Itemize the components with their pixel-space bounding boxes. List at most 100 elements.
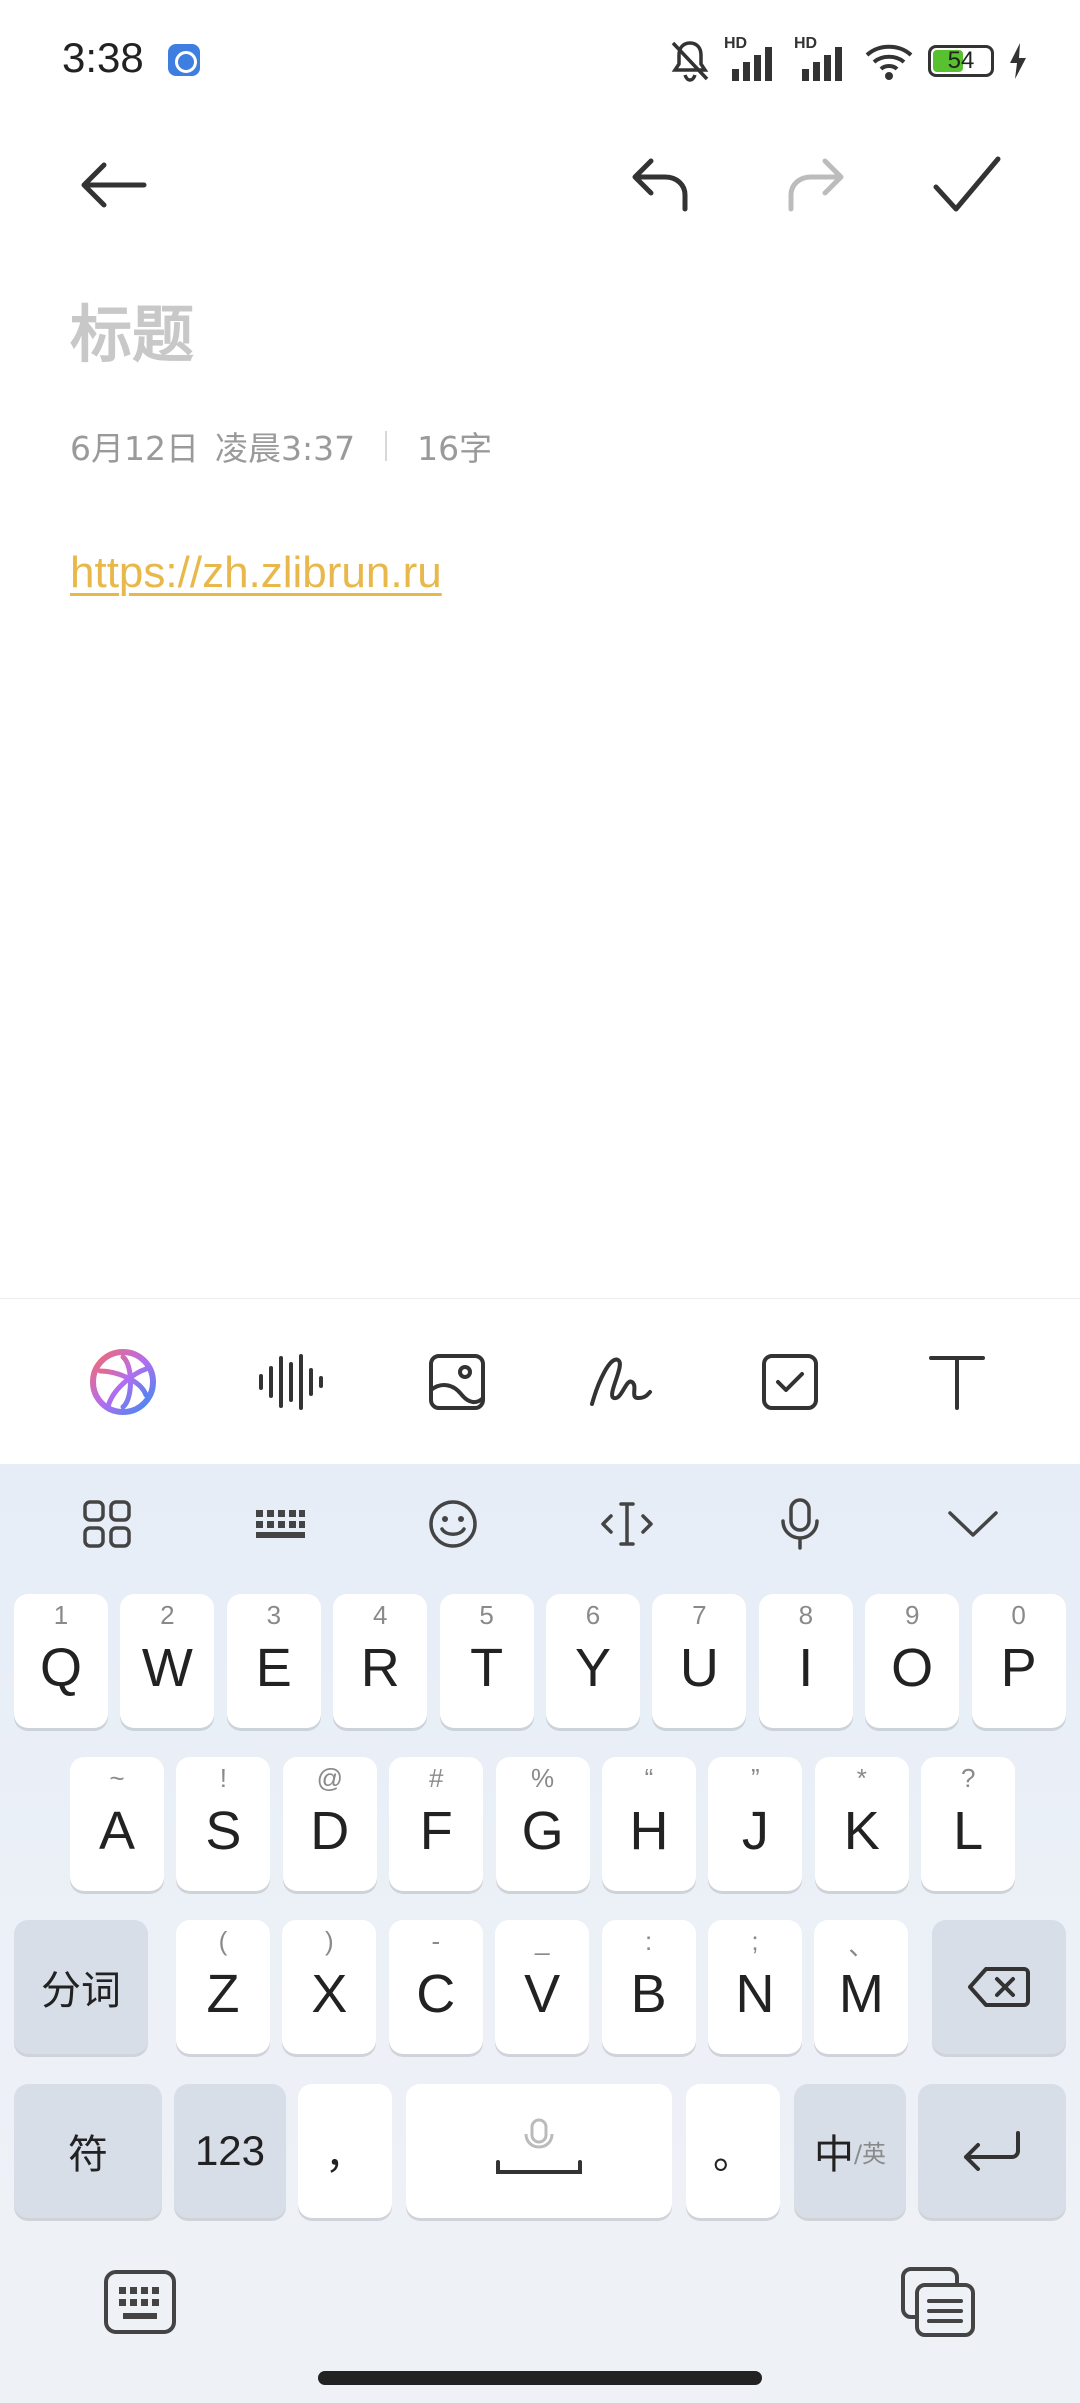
space-key[interactable] — [406, 2084, 672, 2218]
insert-image-button[interactable] — [412, 1337, 502, 1427]
key-f[interactable]: # F — [389, 1757, 484, 1891]
checklist-button[interactable] — [745, 1337, 835, 1427]
cursor-move-button[interactable] — [587, 1484, 667, 1564]
key-label: O — [891, 1638, 934, 1698]
key-w[interactable]: 2W — [120, 1594, 215, 1728]
hide-keyboard-button[interactable] — [933, 1484, 1013, 1564]
key-label: D — [310, 1801, 350, 1861]
key-label: S — [205, 1801, 242, 1861]
key-z[interactable]: (Z — [176, 1920, 270, 2054]
status-bar: 3:38 HD HD 54 — [0, 0, 1080, 120]
keyboard-layout-button[interactable] — [240, 1484, 320, 1564]
save-check-button[interactable] — [922, 140, 1012, 230]
period-key[interactable]: 。 — [686, 2084, 780, 2218]
key-label: G — [521, 1801, 564, 1861]
comma-key[interactable]: ， — [298, 2084, 392, 2218]
check-icon — [933, 156, 1001, 212]
key-o[interactable]: 9O — [865, 1594, 960, 1728]
key-secondary-label: 9 — [904, 1600, 920, 1630]
emoji-button[interactable] — [413, 1484, 493, 1564]
bell-off-icon — [671, 41, 709, 82]
key-s[interactable]: ! S — [176, 1757, 271, 1891]
key-q[interactable]: 1Q — [14, 1594, 108, 1728]
key-secondary-label: ; — [751, 1926, 759, 1956]
key-secondary-label: * — [856, 1763, 867, 1793]
key-h[interactable]: “H — [602, 1757, 696, 1891]
key-label: P — [1000, 1638, 1037, 1698]
collapse-icon — [948, 1511, 999, 1537]
key-secondary-label: 7 — [692, 1600, 707, 1630]
key-p[interactable]: 0P — [971, 1594, 1066, 1728]
voice-input-button[interactable] — [760, 1484, 840, 1564]
undo-icon — [632, 158, 688, 212]
key-g[interactable]: % G — [495, 1757, 590, 1891]
key-m[interactable]: 、 M — [814, 1920, 909, 2054]
key-label: C — [416, 1964, 456, 2024]
key-secondary-label: 1 — [53, 1600, 69, 1630]
key-label: K — [843, 1801, 880, 1861]
clipboard-button[interactable] — [898, 2262, 978, 2342]
note-title-input[interactable]: 标题 — [70, 284, 194, 374]
key-n[interactable]: ; N — [708, 1920, 802, 2054]
key-v[interactable]: _ V — [495, 1920, 590, 2054]
meta-divider — [385, 431, 388, 461]
key-u[interactable]: 7U — [652, 1594, 747, 1728]
undo-button[interactable] — [616, 140, 706, 230]
key-label: V — [524, 1964, 561, 2024]
segment-key[interactable]: 分词 — [14, 1920, 148, 2054]
key-label: W — [141, 1638, 193, 1698]
enter-key[interactable] — [918, 2084, 1066, 2218]
voice-note-button[interactable] — [245, 1337, 335, 1427]
key-secondary-label: ? — [960, 1763, 976, 1793]
symbols-key[interactable]: 符 — [14, 2084, 162, 2218]
key-i[interactable]: 8I — [758, 1594, 853, 1728]
switch-keyboard-button[interactable] — [100, 2262, 180, 2342]
ai-assistant-button[interactable] — [78, 1337, 168, 1427]
key-label: Y — [574, 1638, 612, 1698]
home-indicator[interactable] — [318, 2371, 762, 2385]
key-secondary-label: 8 — [798, 1600, 814, 1630]
key-secondary-label: ! — [219, 1763, 227, 1793]
key-label: R — [360, 1638, 400, 1698]
key-e[interactable]: 3E — [226, 1594, 321, 1728]
checklist-icon — [761, 1353, 818, 1410]
note-time: 凌晨3:37 — [215, 429, 356, 468]
key-r[interactable]: 4R — [333, 1594, 428, 1728]
key-secondary-label: “ — [644, 1763, 654, 1793]
redo-button[interactable] — [770, 140, 860, 230]
backspace-icon — [968, 1967, 1030, 2007]
app-icon — [168, 44, 200, 76]
key-secondary-label: 4 — [372, 1600, 388, 1630]
key-c[interactable]: -C — [388, 1920, 483, 2054]
key-label: F — [419, 1801, 453, 1861]
key-t[interactable]: 5T — [439, 1594, 534, 1728]
key-d[interactable]: @ D — [282, 1757, 377, 1891]
voice-wave-icon — [258, 1353, 323, 1410]
key-label: H — [629, 1801, 669, 1861]
key-a[interactable]: ~ A — [70, 1757, 164, 1891]
key-b[interactable]: :B — [601, 1920, 696, 2054]
keyboard-menu-button[interactable] — [67, 1484, 147, 1564]
key-y[interactable]: 6Y — [546, 1594, 640, 1728]
handwriting-button[interactable] — [578, 1337, 668, 1427]
numbers-key[interactable]: 123 — [174, 2084, 286, 2218]
signal-icon: HD — [794, 35, 850, 83]
language-switch-key[interactable]: 中/英 — [794, 2084, 906, 2218]
ai-assistant-icon — [90, 1348, 157, 1415]
note-body-link[interactable]: https://zh.zlibrun.ru — [70, 548, 442, 598]
battery-icon: 54 — [928, 45, 994, 77]
key-x[interactable]: ) X — [282, 1920, 377, 2054]
key-secondary-label: ) — [325, 1926, 334, 1956]
back-button[interactable] — [68, 140, 158, 230]
key-secondary-label: _ — [534, 1926, 550, 1956]
key-j[interactable]: ” J — [708, 1757, 803, 1891]
backspace-key[interactable] — [932, 1920, 1066, 2054]
space-mic-icon — [496, 2118, 582, 2174]
text-format-button[interactable] — [912, 1337, 1002, 1427]
key-k[interactable]: * K — [814, 1757, 909, 1891]
keyboard-layout-icon — [255, 1510, 305, 1538]
status-time: 3:38 — [62, 34, 144, 81]
key-l[interactable]: ? L — [921, 1757, 1016, 1891]
key-secondary-label: 、 — [848, 1931, 875, 1961]
keyboard-icon — [104, 2270, 176, 2334]
